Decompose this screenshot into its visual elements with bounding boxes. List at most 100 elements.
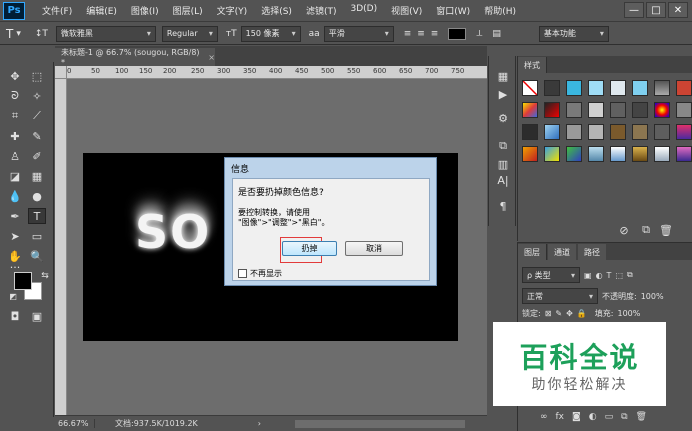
blur-tool-icon[interactable]: 💧 (6, 188, 24, 204)
tool-preset-picker[interactable]: T ▾ (6, 25, 21, 43)
quick-mask-icon[interactable]: ◘ (6, 308, 24, 324)
pen-tool-icon[interactable]: ✒ (6, 208, 24, 224)
layer-style-icon[interactable]: fx (556, 412, 565, 422)
menu-3d[interactable]: 3D(D) (343, 4, 384, 17)
crop-tool-icon[interactable]: ⌗ (6, 108, 24, 124)
style-swatch[interactable] (588, 80, 604, 96)
delete-style-icon[interactable]: ⊘ (616, 222, 632, 238)
font-family-select[interactable]: 微软雅黑 (55, 25, 156, 42)
lock-position-icon[interactable]: ✥ (566, 309, 573, 318)
close-tab-icon[interactable]: × (208, 53, 215, 62)
style-swatch[interactable] (676, 102, 692, 118)
style-swatch[interactable] (610, 124, 626, 140)
style-swatch[interactable] (588, 146, 604, 162)
brush-tool-icon[interactable]: ✎ (28, 128, 46, 144)
histogram-icon[interactable]: ▥ (495, 156, 511, 172)
style-swatch[interactable] (676, 80, 692, 96)
style-swatch[interactable] (632, 124, 648, 140)
color-panel-icon[interactable]: ▦ (495, 68, 511, 84)
healing-brush-tool-icon[interactable]: ✚ (6, 128, 24, 144)
history-brush-tool-icon[interactable]: ✐ (28, 148, 46, 164)
properties-panel-icon[interactable]: ⚙ (495, 110, 511, 126)
dodge-tool-icon[interactable]: ● (28, 188, 46, 204)
lock-all-icon[interactable]: 🔒 (577, 309, 587, 318)
style-swatch[interactable] (522, 102, 538, 118)
new-group-icon[interactable]: ▭ (605, 412, 614, 422)
style-swatch[interactable] (632, 146, 648, 162)
lasso-tool-icon[interactable]: ᘐ (6, 88, 24, 104)
menu-edit[interactable]: 编辑(E) (79, 4, 124, 17)
menu-type[interactable]: 文字(Y) (210, 4, 255, 17)
rectangle-tool-icon[interactable]: ▭ (28, 228, 46, 244)
filter-type-icon[interactable]: T (607, 271, 612, 280)
close-window-button[interactable]: ✕ (668, 2, 688, 18)
style-swatch[interactable] (610, 80, 626, 96)
antialias-select[interactable]: 平滑 (323, 25, 394, 42)
style-swatch[interactable] (588, 102, 604, 118)
magic-wand-tool-icon[interactable]: ✧ (28, 88, 46, 104)
opacity-value[interactable]: 100% (641, 292, 664, 301)
move-tool-icon[interactable]: ✥ (6, 68, 24, 84)
filter-pixel-icon[interactable]: ▣ (584, 271, 592, 280)
menu-view[interactable]: 视图(V) (384, 4, 429, 17)
status-menu-arrow[interactable]: › (258, 419, 261, 428)
tab-paths[interactable]: 路径 (578, 244, 606, 260)
style-swatch[interactable] (544, 80, 560, 96)
default-colors-icon[interactable]: ◩ (4, 288, 22, 304)
style-swatch[interactable] (544, 146, 560, 162)
filter-adjust-icon[interactable]: ◐ (596, 271, 603, 280)
align-left-icon[interactable]: ≡ (404, 25, 412, 43)
marquee-tool-icon[interactable]: ⬚ (28, 68, 46, 84)
tab-styles[interactable]: 样式 (518, 57, 547, 73)
style-swatch[interactable] (610, 146, 626, 162)
style-swatch[interactable] (654, 146, 670, 162)
discard-button[interactable]: 扔掉 (282, 241, 337, 256)
cancel-button[interactable]: 取消 (345, 241, 403, 256)
minimize-button[interactable]: — (624, 2, 644, 18)
type-tool-icon[interactable]: T (28, 208, 46, 224)
menu-help[interactable]: 帮助(H) (477, 4, 523, 17)
gradient-tool-icon[interactable]: ▦ (28, 168, 46, 184)
restore-button[interactable]: □ (646, 2, 666, 18)
eraser-tool-icon[interactable]: ◪ (6, 168, 24, 184)
dont-show-again-checkbox[interactable]: 不再显示 (238, 268, 282, 279)
lock-pixels-icon[interactable]: ✎ (555, 309, 562, 318)
align-right-icon[interactable]: ≡ (431, 25, 439, 43)
menu-image[interactable]: 图像(I) (124, 4, 166, 17)
text-orientation-toggle[interactable]: ↕T (35, 25, 48, 43)
clone-source-icon[interactable]: ⧉ (495, 138, 511, 154)
new-layer-icon[interactable]: ⧉ (621, 412, 627, 422)
more-tools-icon[interactable]: ··· (6, 261, 24, 274)
style-swatch[interactable] (676, 146, 692, 162)
font-style-select[interactable]: Regular (161, 25, 218, 42)
font-size-select[interactable]: 150 像素 (240, 25, 301, 42)
menu-filter[interactable]: 滤镜(T) (299, 4, 344, 17)
align-center-icon[interactable]: ≡ (417, 25, 425, 43)
style-swatch[interactable] (522, 80, 538, 96)
style-swatch[interactable] (522, 146, 538, 162)
style-swatch[interactable] (654, 124, 670, 140)
clone-stamp-tool-icon[interactable]: ♙ (6, 148, 24, 164)
new-style-icon[interactable]: ⧉ (638, 222, 654, 238)
horizontal-scrollbar[interactable] (295, 420, 465, 428)
screen-mode-icon[interactable]: ▣ (28, 308, 46, 324)
filter-smart-icon[interactable]: ⧉ (627, 270, 633, 280)
style-swatch[interactable] (676, 124, 692, 140)
style-swatch[interactable] (654, 80, 670, 96)
adjustment-layer-icon[interactable]: ◐ (589, 412, 597, 422)
workspace-select[interactable]: 基本功能 (538, 25, 609, 42)
style-swatch[interactable] (544, 124, 560, 140)
style-swatch[interactable] (610, 102, 626, 118)
menu-layer[interactable]: 图层(L) (166, 4, 210, 17)
lock-transparent-icon[interactable]: ⊠ (545, 309, 552, 318)
path-selection-tool-icon[interactable]: ➤ (6, 228, 24, 244)
style-swatch[interactable] (566, 124, 582, 140)
document-tab[interactable]: 未标题-1 @ 66.7% (sougou, RGB/8) * × (55, 48, 215, 67)
tab-layers[interactable]: 图层 (518, 244, 547, 260)
link-layers-icon[interactable]: ∞ (540, 412, 548, 422)
style-swatch[interactable] (566, 80, 582, 96)
zoom-tool-icon[interactable]: 🔍 (28, 248, 46, 264)
style-swatch[interactable] (588, 124, 604, 140)
eyedropper-tool-icon[interactable]: ⟋ (28, 108, 46, 124)
style-swatch[interactable] (654, 102, 670, 118)
